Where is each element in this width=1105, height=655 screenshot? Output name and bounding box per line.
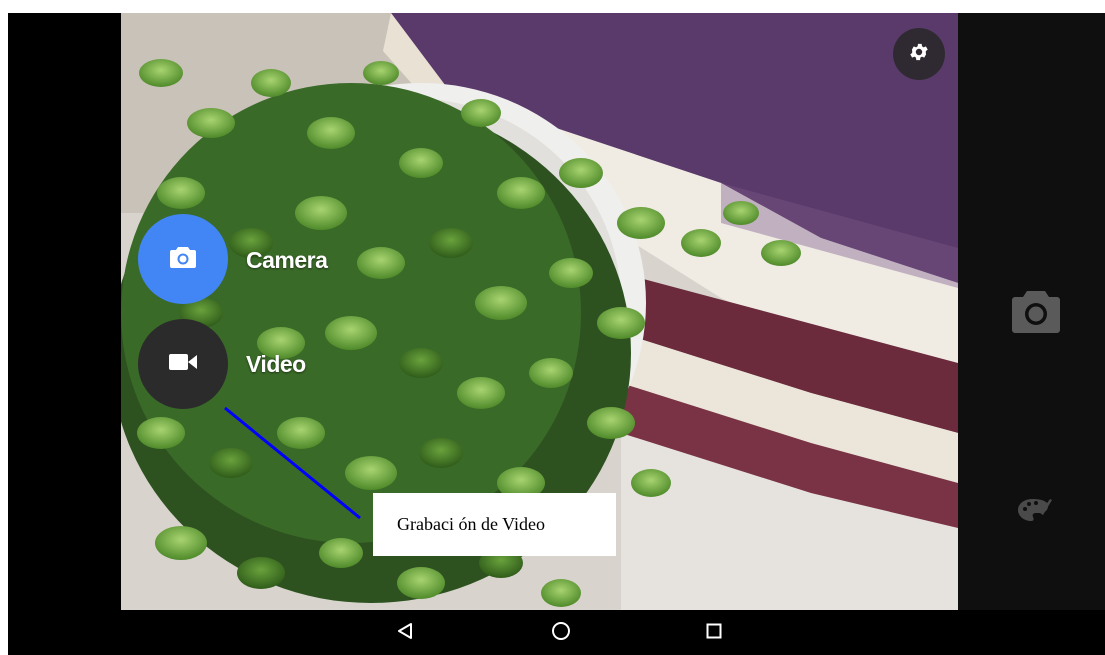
camera-icon — [170, 246, 196, 273]
back-triangle-icon — [396, 622, 414, 645]
gear-icon — [908, 41, 930, 68]
camera-mode-button[interactable] — [138, 214, 228, 304]
recents-square-icon — [706, 623, 722, 644]
camera-mode-label[interactable]: Camera — [246, 247, 328, 274]
system-navigation-bar — [8, 610, 1105, 655]
camera-app-screen: Camera Video Grabaci ón de Video — [8, 13, 1105, 655]
nav-back-button[interactable] — [390, 618, 420, 648]
right-control-panel — [958, 13, 1105, 610]
nav-recents-button[interactable] — [699, 618, 729, 648]
home-circle-icon — [551, 621, 571, 646]
annotation-callout: Grabaci ón de Video — [373, 493, 616, 556]
palette-icon[interactable] — [1018, 497, 1052, 523]
video-mode-button[interactable] — [138, 319, 228, 409]
video-mode-label[interactable]: Video — [246, 351, 306, 378]
annotation-text: Grabaci ón de Video — [397, 514, 546, 534]
camera-shutter-icon[interactable] — [1012, 289, 1060, 333]
nav-home-button[interactable] — [546, 618, 576, 648]
settings-button[interactable] — [893, 28, 945, 80]
videocam-icon — [169, 353, 197, 376]
